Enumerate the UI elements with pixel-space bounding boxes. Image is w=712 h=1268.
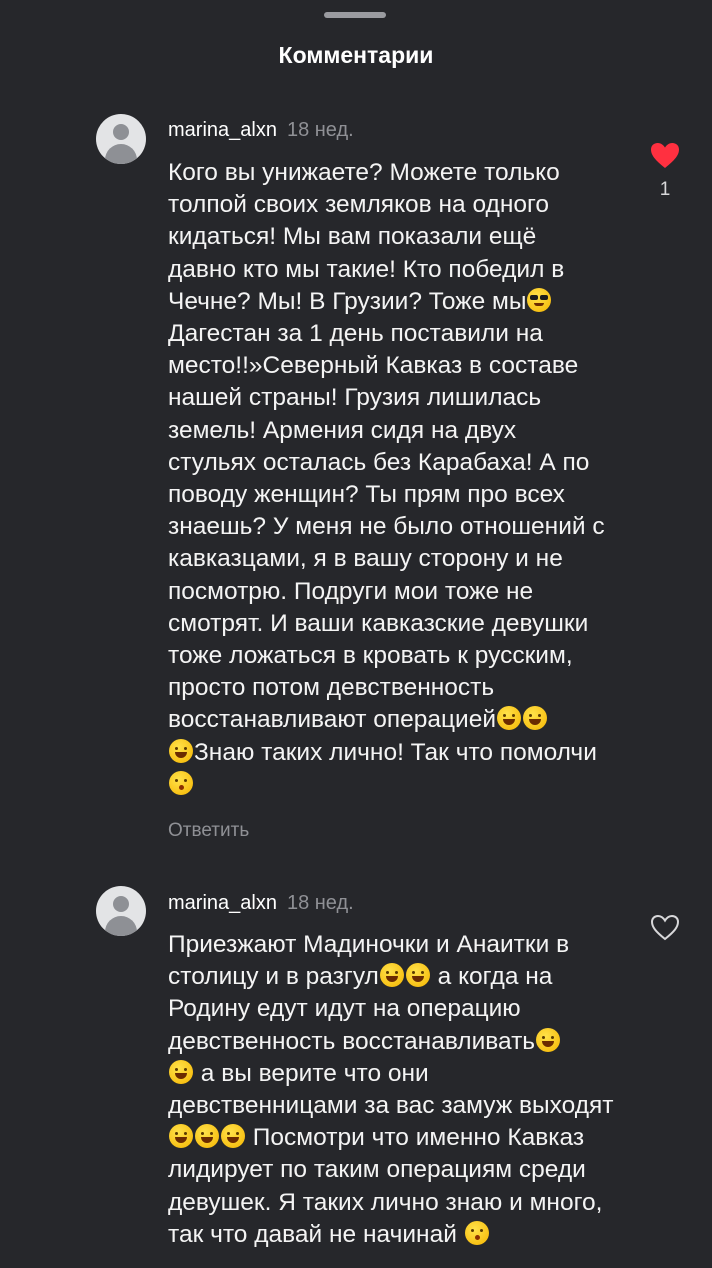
username[interactable]: marina_alxn [168, 119, 277, 141]
grinning-squinting-face-icon [405, 963, 430, 988]
username[interactable]: marina_alxn [168, 892, 277, 914]
smiling-face-with-sunglasses-icon [527, 287, 552, 312]
like-count: 1 [659, 179, 671, 200]
comment-text-part: Кого вы унижаете? Можете только толпой с… [168, 159, 565, 315]
grinning-squinting-face-icon [497, 706, 522, 731]
drag-handle[interactable] [324, 12, 386, 18]
avatar[interactable] [96, 114, 146, 164]
comments-sheet: Комментарии marina_alxn 18 нед. Кого вы у… [0, 0, 712, 1268]
rolling-on-floor-laughing-icon [195, 1124, 219, 1149]
comment-text: Приезжают Мадиночки и Анаитки в столицу … [168, 929, 614, 1251]
rolling-on-floor-laughing-icon [523, 706, 548, 731]
timestamp: 18 нед. [286, 119, 354, 141]
face-blowing-kiss-icon [464, 1220, 489, 1245]
reply-button[interactable]: Ответить [168, 820, 249, 842]
rolling-on-floor-laughing-icon [379, 963, 404, 988]
comment-meta: marina_alxn 18 нед. [168, 892, 354, 915]
rolling-on-floor-laughing-icon [169, 738, 193, 763]
comment-text-part: Знаю таких лично! Так что помолчи [194, 738, 597, 766]
sheet-title: Комментарии [278, 42, 434, 68]
comment-text-part: Дагестан за 1 день поставили на место!!»… [168, 320, 605, 734]
rolling-on-floor-laughing-icon [221, 1124, 245, 1149]
timestamp: 18 нед. [286, 892, 354, 914]
heart-filled-icon [651, 143, 679, 168]
comment-meta: marina_alxn 18 нед. [168, 119, 354, 142]
face-blowing-kiss-icon [169, 770, 193, 795]
comment-text: Кого вы унижаете? Можете только толпой с… [168, 157, 608, 801]
comment-text-part: а вы верите что они девственницами за ва… [168, 1059, 614, 1120]
rolling-on-floor-laughing-icon [169, 1059, 193, 1084]
rolling-on-floor-laughing-icon [169, 1124, 193, 1149]
rolling-on-floor-laughing-icon [536, 1027, 561, 1052]
heart-outline-icon [650, 914, 680, 941]
like-button[interactable] [648, 914, 682, 941]
avatar[interactable] [96, 886, 146, 936]
like-button[interactable]: 1 [648, 142, 682, 201]
